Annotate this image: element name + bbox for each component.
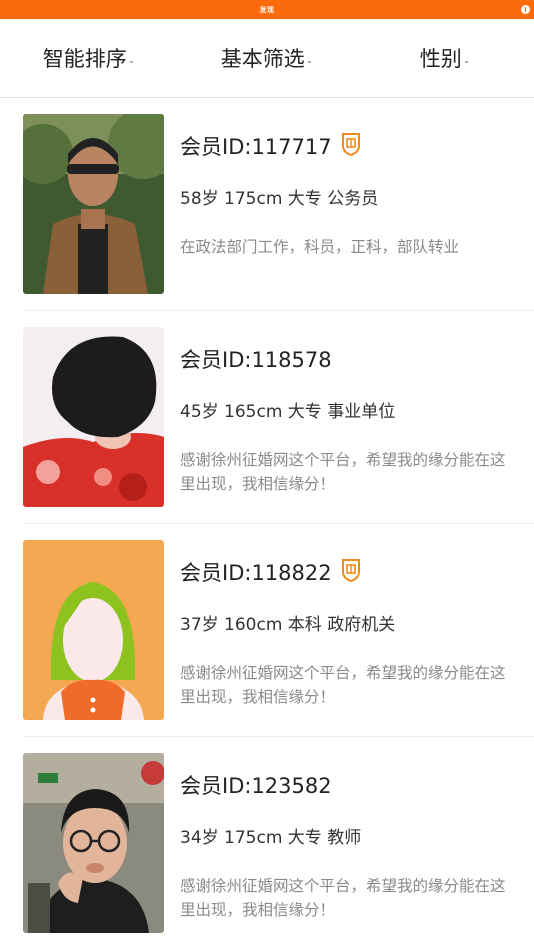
filter-bar: 智能排序 ⌄ 基本筛选 ⌄ 性别 ⌄ — [0, 19, 534, 98]
member-stats: 45岁 165cm 大专 事业单位 — [180, 402, 396, 422]
verified-badge-icon — [340, 132, 362, 161]
member-id: 会员ID:118822 — [180, 561, 332, 585]
info-icon[interactable] — [521, 5, 530, 14]
gender-filter-dropdown[interactable]: 性别 ⌄ — [356, 43, 534, 73]
member-description: 感谢徐州征婚网这个平台，希望我的缘分能在这里出现，我相信缘分！ — [180, 664, 506, 706]
member-description: 感谢徐州征婚网这个平台，希望我的缘分能在这里出现，我相信缘分！ — [180, 451, 506, 493]
page-title: 发现 — [259, 5, 275, 14]
member-id: 会员ID:123582 — [180, 774, 332, 798]
top-status-bar: 发现 — [0, 0, 534, 19]
member-id: 会员ID:117717 — [180, 135, 332, 159]
gender-filter-label: 性别 — [419, 47, 462, 71]
member-list: 会员ID:117717 58岁 175cm 大专 公务员 在政法部门工作，科员，… — [0, 98, 534, 950]
list-item[interactable]: 会员ID:118578 45岁 165cm 大专 事业单位 感谢徐州征婚网这个平… — [23, 311, 534, 524]
member-stats: 34岁 175cm 大专 教师 — [180, 828, 362, 848]
member-description: 在政法部门工作，科员，正科，部队转业 — [180, 238, 460, 256]
member-description: 感谢徐州征婚网这个平台，希望我的缘分能在这里出现，我相信缘分！ — [180, 877, 506, 919]
chevron-down-icon: ⌄ — [305, 56, 314, 66]
basic-filter-dropdown[interactable]: 基本筛选 ⌄ — [178, 43, 356, 73]
member-id: 会员ID:118578 — [180, 348, 332, 372]
member-stats: 58岁 175cm 大专 公务员 — [180, 189, 379, 209]
member-stats: 37岁 160cm 本科 政府机关 — [180, 615, 396, 635]
avatar[interactable] — [23, 114, 164, 294]
chevron-down-icon: ⌄ — [462, 56, 471, 66]
chevron-down-icon: ⌄ — [127, 56, 136, 66]
list-item[interactable]: 会员ID:117717 58岁 175cm 大专 公务员 在政法部门工作，科员，… — [23, 98, 534, 311]
basic-filter-label: 基本筛选 — [220, 47, 305, 71]
sort-filter-dropdown[interactable]: 智能排序 ⌄ — [0, 43, 178, 73]
avatar[interactable] — [23, 327, 164, 507]
sort-filter-label: 智能排序 — [42, 47, 127, 71]
list-item[interactable]: 会员ID:123582 34岁 175cm 大专 教师 感谢徐州征婚网这个平台，… — [23, 737, 534, 950]
avatar[interactable] — [23, 540, 164, 720]
list-item[interactable]: 会员ID:118822 37岁 160cm 本科 政府机关 感谢徐州征婚网这个平… — [23, 524, 534, 737]
avatar[interactable] — [23, 753, 164, 933]
verified-badge-icon — [340, 558, 362, 587]
